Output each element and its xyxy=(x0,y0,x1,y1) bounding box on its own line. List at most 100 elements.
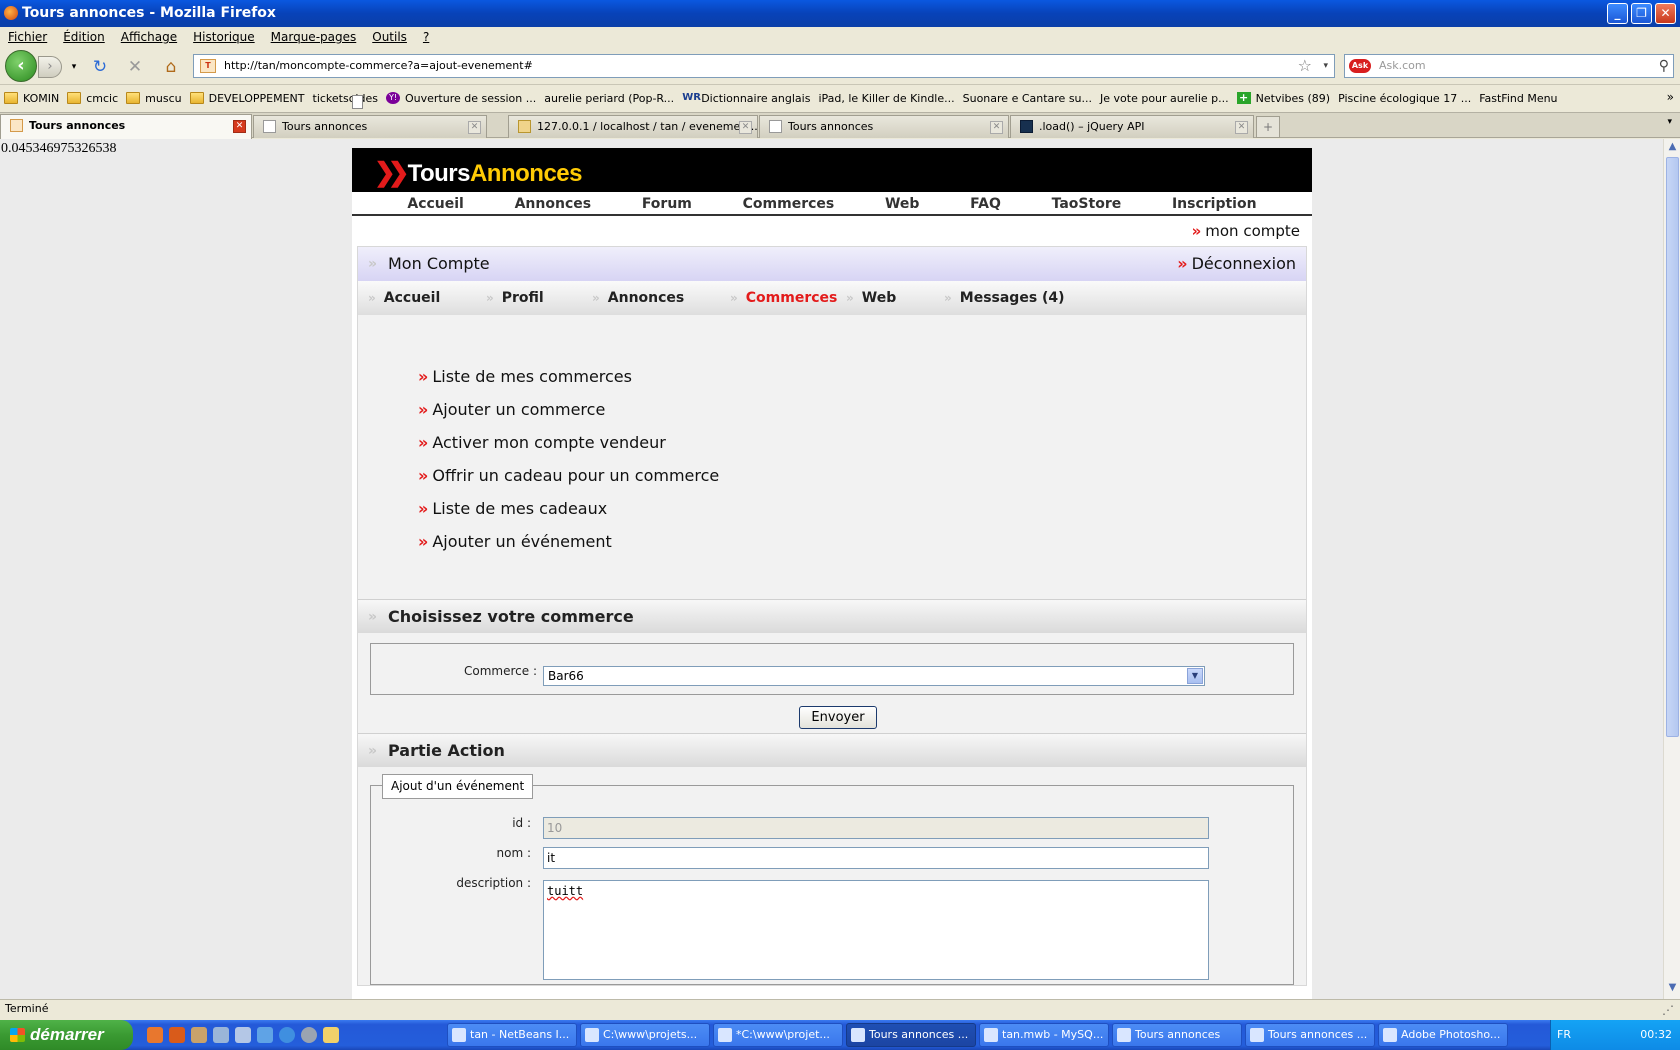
commerce-link-4[interactable]: » Liste de mes cadeaux xyxy=(418,499,1306,532)
url-dropdown-icon[interactable]: ▾ xyxy=(1323,55,1328,77)
close-window-button[interactable]: ✕ xyxy=(1655,3,1676,24)
menu-item-4[interactable]: Marque-pages xyxy=(271,27,357,47)
subnav-item-1[interactable]: » Profil xyxy=(486,281,544,315)
bookmark-item[interactable]: cmcic xyxy=(67,92,118,105)
commerce-link-3[interactable]: » Offrir un cadeau pour un commerce xyxy=(418,466,1306,499)
tab-1[interactable]: Tours annonces ✕ xyxy=(253,115,487,138)
site-logo[interactable]: ❯❯ ToursAnnonces xyxy=(374,157,582,188)
commerce-link-2[interactable]: » Activer mon compte vendeur xyxy=(418,433,1306,466)
home-icon[interactable]: ⌂ xyxy=(159,56,183,78)
tab-2[interactable]: 127.0.0.1 / localhost / tan / evenemen..… xyxy=(508,115,758,138)
scroll-up-icon[interactable]: ▲ xyxy=(1666,141,1679,156)
bookmarks-overflow-icon[interactable]: » xyxy=(1667,90,1674,104)
tools-launch-icon[interactable] xyxy=(213,1027,229,1043)
bookmark-item[interactable]: Piscine écologique 17 ... xyxy=(352,92,1471,109)
close-tab-icon[interactable]: ✕ xyxy=(468,121,481,134)
taskbar-task-2[interactable]: *C:\www\projet... xyxy=(713,1023,843,1047)
commerce-link-0[interactable]: » Liste de mes commerces xyxy=(418,367,1306,400)
minimize-button[interactable]: _ xyxy=(1607,3,1628,24)
send-button[interactable]: Envoyer xyxy=(799,706,877,729)
subnav-item-4[interactable]: » Web xyxy=(846,281,896,315)
globe-launch-icon[interactable] xyxy=(301,1027,317,1043)
app-launch-icon[interactable] xyxy=(235,1027,251,1043)
url-bar[interactable]: T http://tan/moncompte-commerce?a=ajout-… xyxy=(193,54,1335,78)
maximize-button[interactable]: ❐ xyxy=(1631,3,1652,24)
menu-item-3[interactable]: Historique xyxy=(193,27,255,47)
topnav-item-taostore[interactable]: TaoStore xyxy=(1052,192,1122,214)
menu-item-6[interactable]: ? xyxy=(423,27,429,47)
vertical-scrollbar[interactable]: ▲ ▼ xyxy=(1663,139,1680,999)
taskbar-task-5[interactable]: Tours annonces xyxy=(1112,1023,1242,1047)
firefox-launch-icon[interactable] xyxy=(147,1027,163,1043)
topnav-item-web[interactable]: Web xyxy=(885,192,919,214)
close-tab-icon[interactable]: ✕ xyxy=(233,120,246,133)
bookmark-star-icon[interactable]: ☆ xyxy=(1298,55,1312,77)
tab-list-dropdown-icon[interactable]: ▾ xyxy=(1667,117,1672,127)
taskbar-task-3[interactable]: Tours annonces ... xyxy=(846,1023,976,1047)
commerce-select[interactable]: Bar66 ▼ xyxy=(543,666,1205,686)
bookmark-item[interactable]: + Netvibes (89) xyxy=(1236,92,1330,105)
taskbar-task-1[interactable]: C:\www\projets... xyxy=(580,1023,710,1047)
bookmark-item[interactable]: DEVELOPPEMENT xyxy=(189,92,305,105)
close-tab-icon[interactable]: ✕ xyxy=(990,121,1003,134)
stop-icon[interactable]: ✕ xyxy=(123,56,147,78)
menu-item-1[interactable]: Édition xyxy=(63,27,105,47)
bookmark-item[interactable]: ticketsoldes xyxy=(313,92,378,109)
commerce-link-5[interactable]: » Ajouter un événement xyxy=(418,532,1306,565)
bookmark-item[interactable]: FastFind Menu xyxy=(352,92,1558,109)
chevron-down-icon[interactable]: ▼ xyxy=(1187,668,1203,684)
firefox2-launch-icon[interactable] xyxy=(169,1027,185,1043)
bookmark-item[interactable]: Y! Ouverture de session ... xyxy=(385,92,536,105)
start-button[interactable]: démarrer xyxy=(0,1020,133,1050)
bookmark-item[interactable]: aurelie periard (Pop-R... xyxy=(352,92,674,109)
nom-field[interactable]: it xyxy=(543,847,1209,869)
bookmark-item[interactable]: KOMIN xyxy=(4,92,59,105)
bookmark-item[interactable]: Suonare e Cantare su... xyxy=(352,92,1092,109)
menu-item-5[interactable]: Outils xyxy=(372,27,407,47)
topnav-item-forum[interactable]: Forum xyxy=(642,192,692,214)
menu-item-2[interactable]: Affichage xyxy=(121,27,177,47)
new-tab-button[interactable]: + xyxy=(1256,116,1280,138)
logout-link[interactable]: » Déconnexion xyxy=(1177,247,1296,281)
account-link[interactable]: » mon compte xyxy=(352,216,1312,246)
topnav-item-annonces[interactable]: Annonces xyxy=(515,192,591,214)
scroll-thumb[interactable] xyxy=(1666,157,1679,737)
ie2-launch-icon[interactable] xyxy=(279,1027,295,1043)
taskbar-task-0[interactable]: tan - NetBeans I... xyxy=(447,1023,577,1047)
topnav-item-faq[interactable]: FAQ xyxy=(970,192,1001,214)
bookmark-item[interactable]: muscu xyxy=(126,92,182,105)
close-tab-icon[interactable]: ✕ xyxy=(1235,121,1248,134)
taskbar-task-6[interactable]: Tours annonces ... xyxy=(1245,1023,1375,1047)
forward-button[interactable]: › xyxy=(38,56,62,78)
ask-engine-icon[interactable]: Ask xyxy=(1349,59,1371,73)
topnav-item-accueil[interactable]: Accueil xyxy=(407,192,464,214)
subnav-item-2[interactable]: » Annonces xyxy=(592,281,684,315)
subnav-item-0[interactable]: » Accueil xyxy=(368,281,440,315)
topnav-item-commerces[interactable]: Commerces xyxy=(743,192,835,214)
close-tab-icon[interactable]: ✕ xyxy=(739,121,752,134)
tab-3[interactable]: Tours annonces ✕ xyxy=(759,115,1009,138)
bookmark-item[interactable]: Je vote pour aurelie p... xyxy=(352,92,1229,109)
users-launch-icon[interactable] xyxy=(191,1027,207,1043)
ie-launch-icon[interactable] xyxy=(257,1027,273,1043)
topnav-item-inscription[interactable]: Inscription xyxy=(1172,192,1257,214)
scroll-down-icon[interactable]: ▼ xyxy=(1666,982,1679,997)
bookmark-item[interactable]: iPad, le Killer de Kindle... xyxy=(352,92,955,109)
bookmark-item[interactable]: WR Dictionnaire anglais xyxy=(682,92,810,105)
taskbar-task-4[interactable]: tan.mwb - MySQ... xyxy=(979,1023,1109,1047)
description-textarea[interactable]: tuitt xyxy=(543,880,1209,980)
taskbar-task-7[interactable]: Adobe Photosho... xyxy=(1378,1023,1508,1047)
subnav-item-3[interactable]: » Commerces xyxy=(730,281,837,315)
search-bar[interactable]: Ask Ask.com ⚲ xyxy=(1344,54,1674,78)
tab-0[interactable]: Tours annonces ✕ xyxy=(0,114,252,139)
reload-icon[interactable]: ↻ xyxy=(88,56,112,78)
language-indicator[interactable]: FR xyxy=(1557,1028,1571,1041)
search-icon[interactable]: ⚲ xyxy=(1659,55,1669,77)
history-dropdown-icon[interactable]: ▾ xyxy=(62,56,86,78)
subnav-item-5[interactable]: » Messages (4) xyxy=(944,281,1065,315)
folder-launch-icon[interactable] xyxy=(323,1027,339,1043)
menu-item-0[interactable]: Fichier xyxy=(8,27,47,47)
back-button[interactable]: ‹ xyxy=(5,50,37,82)
commerce-link-1[interactable]: » Ajouter un commerce xyxy=(418,400,1306,433)
resize-grip-icon[interactable]: ⋰ xyxy=(1662,1001,1674,1019)
